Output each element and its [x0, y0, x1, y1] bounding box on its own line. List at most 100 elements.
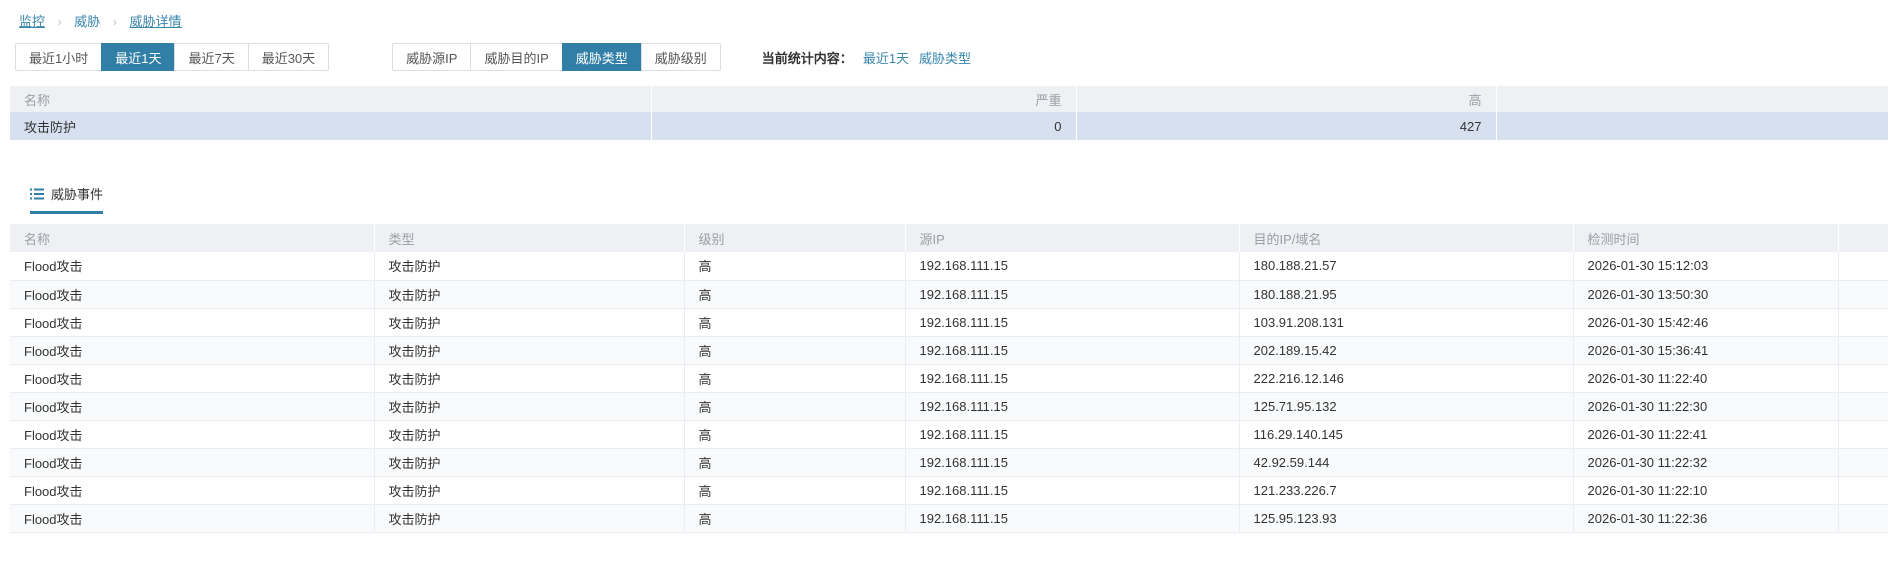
event-cell: 192.168.111.15 [905, 364, 1240, 393]
event-cell: Flood攻击 [10, 476, 375, 505]
event-cell: 攻击防护 [374, 364, 685, 393]
events-col-dest-ip: 目的IP/域名 [1239, 224, 1574, 252]
event-cell: 192.168.111.15 [905, 392, 1240, 421]
summary-col-high: 高 [1076, 86, 1497, 112]
table-row: Flood攻击 攻击防护高 192.168.111.15 180.188.21.57 2… [10, 252, 1888, 281]
event-cell: 192.168.111.15 [905, 448, 1240, 477]
event-cell: 高 [684, 252, 906, 281]
summary-col-empty [1496, 86, 1888, 112]
event-cell: 2026-01-30 11:22:32 [1573, 448, 1839, 477]
event-cell: 42.92.59.144 [1239, 448, 1574, 477]
event-cell: 192.168.111.15 [905, 476, 1240, 505]
event-cell: Flood攻击 [10, 392, 375, 421]
event-cell: 攻击防护 [374, 392, 685, 421]
breadcrumb-threat[interactable]: 威胁 [74, 14, 100, 29]
event-cell: 2026-01-30 15:42:46 [1573, 308, 1839, 337]
breadcrumb: 监控 › 威胁 › 威胁详情 [0, 0, 1890, 30]
table-row: Flood攻击 攻击防护高 192.168.111.15 116.29.140.145… [10, 420, 1888, 449]
time-filter-1d-button[interactable]: 最近1天 [101, 43, 176, 71]
events-col-name: 名称 [10, 224, 375, 252]
event-cell: 121.233.226.7 [1239, 476, 1574, 505]
event-cell: 2026-01-30 13:50:30 [1573, 280, 1839, 309]
event-cell [1838, 476, 1888, 505]
event-cell [1838, 448, 1888, 477]
event-cell: 125.71.95.132 [1239, 392, 1574, 421]
event-cell: 103.91.208.131 [1239, 308, 1574, 337]
breadcrumb-separator: › [57, 15, 62, 29]
event-cell: 192.168.111.15 [905, 336, 1240, 365]
event-cell: 攻击防护 [374, 308, 685, 337]
event-cell: 2026-01-30 15:36:41 [1573, 336, 1839, 365]
threat-dest-ip-button[interactable]: 威胁目的IP [470, 43, 563, 71]
event-cell: 180.188.21.95 [1239, 280, 1574, 309]
time-filter-7d-button[interactable]: 最近7天 [174, 43, 249, 71]
time-filter-1h-button[interactable]: 最近1小时 [15, 43, 103, 71]
table-row: Flood攻击 攻击防护高 192.168.111.15 121.233.226.7 2… [10, 476, 1888, 505]
event-cell: 攻击防护 [374, 280, 685, 309]
event-cell: 116.29.140.145 [1239, 420, 1574, 449]
event-cell: 高 [684, 392, 906, 421]
event-cell: 192.168.111.15 [905, 504, 1240, 533]
breadcrumb-threat-details[interactable]: 威胁详情 [130, 14, 182, 29]
event-cell: 高 [684, 420, 906, 449]
time-filter-30d-button[interactable]: 最近30天 [247, 43, 330, 71]
filter-toolbar: 最近1小时 最近1天 最近7天 最近30天 威胁源IP 威胁目的IP 威胁类型 … [15, 43, 1890, 71]
summary-col-name: 名称 [10, 86, 652, 112]
event-cell [1838, 364, 1888, 393]
event-cell: 192.168.111.15 [905, 252, 1240, 281]
table-row: Flood攻击 攻击防护高 192.168.111.15 222.216.12.146… [10, 364, 1888, 393]
event-cell: 高 [684, 504, 906, 533]
event-cell [1838, 280, 1888, 309]
event-cell: Flood攻击 [10, 336, 375, 365]
event-cell [1838, 504, 1888, 533]
current-statistics-time-link[interactable]: 最近1天 [863, 48, 909, 67]
tab-threat-events-label: 威胁事件 [51, 187, 104, 202]
current-statistics-label: 当前统计内容： [761, 50, 853, 66]
threat-type-button[interactable]: 威胁类型 [561, 43, 642, 71]
event-cell: 高 [684, 308, 906, 337]
events-col-source-ip: 源IP [905, 224, 1240, 252]
time-filter-group: 最近1小时 最近1天 最近7天 最近30天 [15, 43, 330, 71]
event-cell [1838, 420, 1888, 449]
summary-header-row: 名称 严重 高 [10, 86, 1888, 112]
breadcrumb-monitor[interactable]: 监控 [19, 14, 45, 29]
tab-threat-events[interactable]: 威胁事件 [30, 184, 104, 214]
event-cell: Flood攻击 [10, 504, 375, 533]
event-cell: 222.216.12.146 [1239, 364, 1574, 393]
threat-level-button[interactable]: 威胁级别 [640, 43, 721, 71]
event-cell: Flood攻击 [10, 364, 375, 393]
event-cell: 攻击防护 [374, 448, 685, 477]
summary-cell-severe: 0 [651, 112, 1077, 140]
event-cell [1838, 252, 1888, 281]
table-row: Flood攻击 攻击防护高 192.168.111.15 103.91.208.131… [10, 308, 1888, 337]
summary-col-severe: 严重 [651, 86, 1077, 112]
threat-summary-table: 名称 严重 高 攻击防护 0 427 [10, 86, 1888, 140]
events-header-row: 名称 类型 级别 源IP 目的IP/域名 检测时间 [10, 224, 1888, 252]
event-cell: 125.95.123.93 [1239, 504, 1574, 533]
event-cell: Flood攻击 [10, 252, 375, 281]
type-filter-group: 威胁源IP 威胁目的IP 威胁类型 威胁级别 [392, 43, 721, 71]
events-table-body: Flood攻击 攻击防护高 192.168.111.15 180.188.21.57 2… [10, 252, 1888, 533]
threat-source-ip-button[interactable]: 威胁源IP [392, 43, 472, 71]
event-cell: 攻击防护 [374, 420, 685, 449]
events-col-type: 类型 [374, 224, 685, 252]
event-cell: 高 [684, 448, 906, 477]
current-statistics-type-link[interactable]: 威胁类型 [919, 48, 971, 67]
event-cell: 192.168.111.15 [905, 420, 1240, 449]
events-col-gutter [1838, 224, 1888, 252]
event-cell: 高 [684, 280, 906, 309]
list-icon [30, 188, 44, 200]
table-row[interactable]: 攻击防护 0 427 [10, 112, 1888, 140]
table-row: Flood攻击 攻击防护高 192.168.111.15 125.71.95.132 2… [10, 392, 1888, 421]
event-cell: 攻击防护 [374, 252, 685, 281]
event-cell [1838, 392, 1888, 421]
event-cell: Flood攻击 [10, 308, 375, 337]
event-cell: 2026-01-30 11:22:30 [1573, 392, 1839, 421]
event-cell: 高 [684, 336, 906, 365]
table-row: Flood攻击 攻击防护高 192.168.111.15 180.188.21.95 2… [10, 280, 1888, 309]
event-cell: Flood攻击 [10, 448, 375, 477]
events-col-level: 级别 [684, 224, 906, 252]
event-cell: 2026-01-30 11:22:10 [1573, 476, 1839, 505]
event-cell: 攻击防护 [374, 336, 685, 365]
events-col-detect-time: 检测时间 [1573, 224, 1839, 252]
